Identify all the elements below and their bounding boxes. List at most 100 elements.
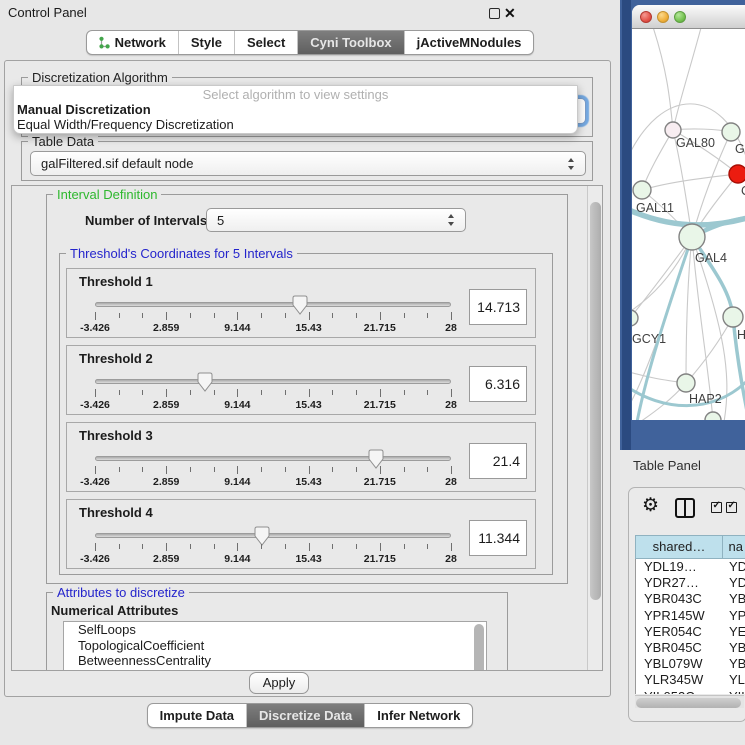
network-node-label: GCY1 [632,332,666,346]
network-node-hap2[interactable] [677,374,695,392]
cell-shared-name[interactable]: YPR145W [636,608,724,624]
tick-label: -3.426 [80,399,110,411]
algorithm-option-manual-discretization[interactable]: Manual Discretization [14,102,577,117]
tick-mark [427,390,428,395]
tick-mark [332,544,333,549]
slider-track[interactable] [95,302,451,307]
cell-name[interactable]: YDR2 [724,575,745,591]
slider-track[interactable] [95,456,451,461]
table-row[interactable]: YPR145WYPR1 [636,608,745,624]
algorithm-option-select-algorithm-to-view-settings[interactable]: Select algorithm to view settings [14,87,577,102]
network-window-titlebar[interactable] [632,5,745,29]
close-icon[interactable]: ✕ [504,4,516,22]
threshold-slider[interactable]: -3.4262.8599.14415.4321.71528 [95,451,451,491]
attributes-list-scrollbar[interactable] [474,624,484,671]
numerical-attributes-list[interactable]: SelfLoopsTopologicalCoefficientBetweenne… [63,621,487,671]
tab-jactivemnodules[interactable]: jActiveMNodules [404,31,534,54]
cell-name[interactable]: YIL0 [724,689,745,695]
column-layout-icon[interactable] [675,498,695,518]
bottom-tab-discretize-data[interactable]: Discretize Data [246,704,364,727]
network-node-g[interactable] [722,123,740,141]
network-node-c[interactable] [729,165,745,183]
table-hscroll-thumb[interactable] [636,698,741,708]
checkbox-checked-icon[interactable] [711,502,722,513]
slider-track[interactable] [95,533,451,538]
mac-close-button[interactable] [640,11,652,23]
threshold-slider[interactable]: -3.4262.8599.14415.4321.71528 [95,528,451,568]
threshold-value-field[interactable]: 11.344 [469,520,527,556]
slider-track[interactable] [95,379,451,384]
network-node-h[interactable] [723,307,743,327]
threshold-slider[interactable]: -3.4262.8599.14415.4321.71528 [95,374,451,414]
cell-shared-name[interactable]: YIL052C [636,689,724,695]
tab-style[interactable]: Style [178,31,234,54]
table-horizontal-scrollbar[interactable] [635,695,744,708]
panel-scrollbar[interactable] [587,186,602,670]
tick-mark [142,467,143,472]
bottom-tab-impute-data[interactable]: Impute Data [148,704,246,727]
attribute-item-betweennesscentrality[interactable]: BetweennessCentrality [64,653,486,669]
threshold-slider[interactable]: -3.4262.8599.14415.4321.71528 [95,297,451,337]
tick-mark [427,544,428,549]
table-row[interactable]: YBL079WYBL0 [636,656,745,672]
thresholds-group-title: Threshold's Coordinates for 5 Intervals [66,246,297,261]
slider-ticks [95,543,451,552]
mac-zoom-button[interactable] [674,11,686,23]
cell-name[interactable]: YBL0 [724,656,745,672]
network-node-gal4[interactable] [679,224,705,250]
bottom-tab-infer-network[interactable]: Infer Network [364,704,472,727]
gear-icon[interactable]: ⚙ [642,494,659,517]
tick-mark [380,466,381,474]
tick-mark [119,544,120,549]
tick-mark [237,466,238,474]
cell-shared-name[interactable]: YBL079W [636,656,724,672]
mac-minimize-button[interactable] [657,11,669,23]
threshold-value-field[interactable]: 21.4 [469,443,527,479]
apply-button[interactable]: Apply [249,672,309,694]
table-row[interactable]: YIL052CYIL0 [636,689,745,695]
threshold-value-field[interactable]: 14.713 [469,289,527,325]
table-panel-title: Table Panel [633,458,701,473]
cell-name[interactable]: YDL1 [724,559,745,575]
float-window-icon[interactable] [489,8,500,19]
column-header-name[interactable]: na [723,535,745,559]
threshold-value-field[interactable]: 6.316 [469,366,527,402]
tick-mark [166,543,167,551]
tab-select[interactable]: Select [234,31,297,54]
cell-shared-name[interactable]: YLR345W [636,672,724,688]
table-row[interactable]: YDL19…YDL1 [636,559,745,575]
panel-scrollbar-thumb[interactable] [590,202,601,600]
table-row[interactable]: YDR27…YDR2 [636,575,745,591]
algorithm-option-equal-width-frequency-discretization[interactable]: Equal Width/Frequency Discretization [14,117,577,132]
cell-shared-name[interactable]: YBR045C [636,640,724,656]
cell-name[interactable]: YPR1 [724,608,745,624]
cell-name[interactable]: YLR3 [724,672,745,688]
tick-mark [119,313,120,318]
cell-shared-name[interactable]: YDR27… [636,575,724,591]
cell-shared-name[interactable]: YBR043C [636,591,724,607]
table-row[interactable]: YBR043CYBR0 [636,591,745,607]
column-header-shared-name[interactable]: shared… [635,535,723,559]
table-row[interactable]: YER054CYER0 [636,624,745,640]
cell-name[interactable]: YBR0 [724,640,745,656]
network-node-gcy1[interactable] [632,310,638,326]
cell-shared-name[interactable]: YDL19… [636,559,724,575]
threshold-label: Threshold 2 [79,351,153,366]
cell-shared-name[interactable]: YER054C [636,624,724,640]
attribute-item-selfloops[interactable]: SelfLoops [64,622,486,638]
tick-mark [166,466,167,474]
table-row[interactable]: YBR045CYBR0 [636,640,745,656]
cell-name[interactable]: YER0 [724,624,745,640]
network-node[interactable] [705,412,721,420]
table-row[interactable]: YLR345WYLR3 [636,672,745,688]
checkbox-checked-icon[interactable] [726,502,737,513]
tab-cyni-toolbox[interactable]: Cyni Toolbox [297,31,403,54]
network-node-gal11[interactable] [633,181,651,199]
number-of-intervals-spinner[interactable]: 5 [206,208,466,232]
attribute-item-topologicalcoefficient[interactable]: TopologicalCoefficient [64,638,486,654]
network-view-window[interactable]: GAL80GCGAL11GAL4GCY1HHAP2 [632,5,745,420]
tab-network[interactable]: Network [87,31,178,54]
network-canvas[interactable]: GAL80GCGAL11GAL4GCY1HHAP2 [632,29,745,420]
table-data-combobox[interactable]: galFiltered.sif default node [30,151,586,176]
cell-name[interactable]: YBR0 [724,591,745,607]
